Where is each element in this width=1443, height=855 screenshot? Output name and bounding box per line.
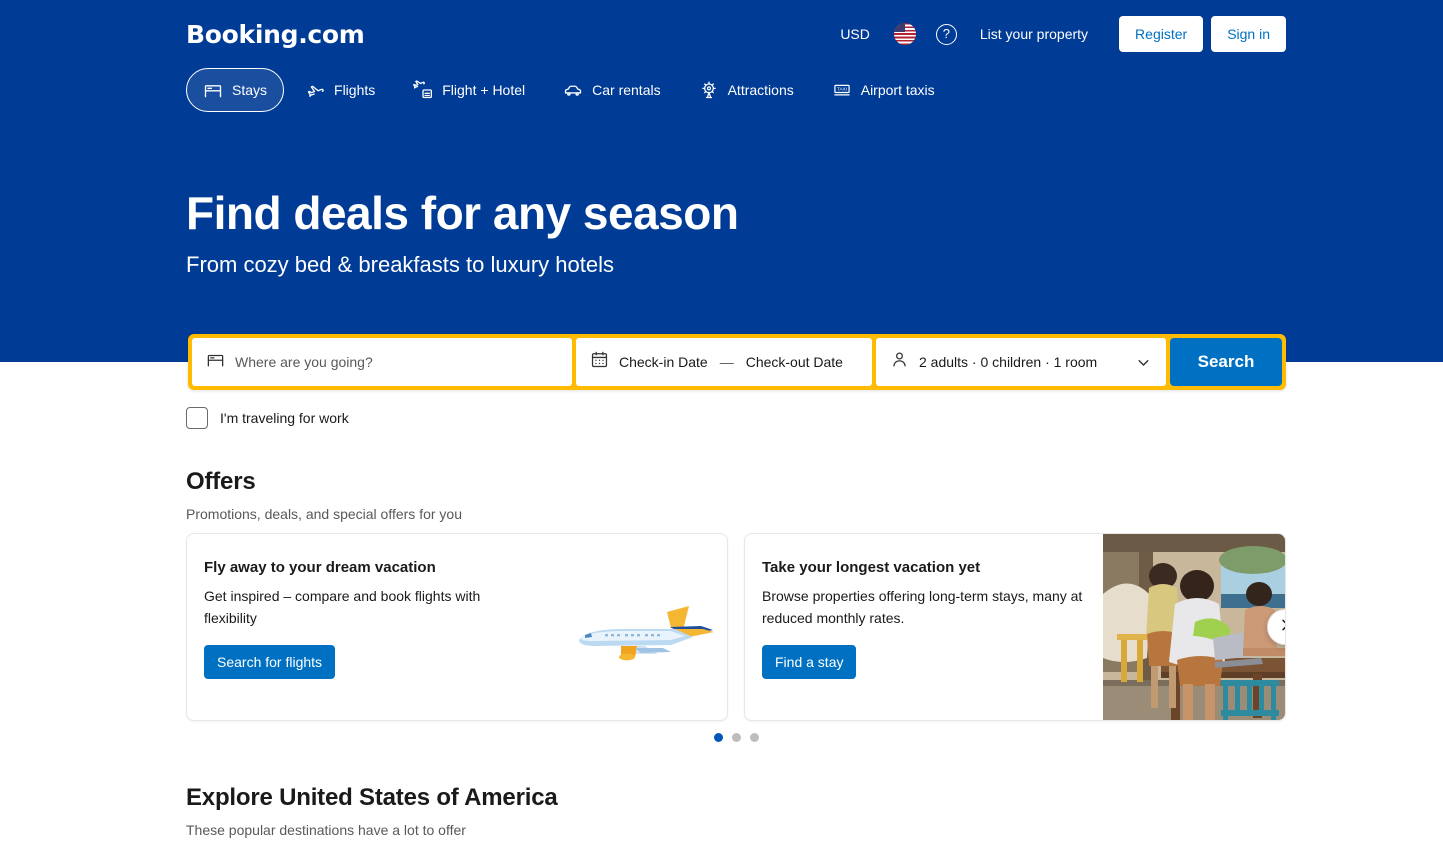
- dates-field[interactable]: Check-in Date — Check-out Date: [576, 338, 872, 386]
- airplane-icon: [305, 80, 325, 100]
- hero-subtitle: From cozy bed & breakfasts to luxury hot…: [186, 252, 614, 277]
- date-separator: —: [719, 354, 734, 370]
- svg-text:TAXI: TAXI: [837, 87, 847, 92]
- hero-title: Find deals for any season: [186, 187, 739, 239]
- car-icon: [563, 80, 583, 100]
- business-travel-toggle[interactable]: I'm traveling for work: [186, 407, 349, 429]
- offer-card[interactable]: Fly away to your dream vacation Get insp…: [186, 533, 728, 721]
- offers-carousel: Fly away to your dream vacation Get insp…: [186, 533, 1286, 721]
- checkin-date-label[interactable]: Check-in Date: [619, 354, 708, 370]
- flight-hotel-icon: [413, 80, 433, 100]
- register-button[interactable]: Register: [1119, 16, 1204, 52]
- bed-icon: [206, 350, 225, 374]
- find-a-stay-button[interactable]: Find a stay: [762, 645, 857, 680]
- search-bar: Where are you going? Check-in Date — Che…: [188, 334, 1286, 390]
- occupancy-field[interactable]: 2 adults · 0 children · 1 room: [876, 338, 1166, 386]
- nav-tab-airport-taxis[interactable]: TAXI Airport taxis: [815, 68, 952, 112]
- destination-input[interactable]: Where are you going?: [235, 354, 373, 370]
- nav-tab-flight-hotel[interactable]: Flight + Hotel: [396, 68, 542, 112]
- nav-tab-label: Airport taxis: [860, 82, 935, 98]
- occupancy-value[interactable]: 2 adults · 0 children · 1 room: [919, 354, 1097, 370]
- nav-tab-stays[interactable]: Stays: [186, 68, 285, 112]
- header-actions: USD ? List your property Register Sign i…: [826, 16, 1286, 52]
- offers-subtitle: Promotions, deals, and special offers fo…: [186, 506, 463, 522]
- search-for-flights-button[interactable]: Search for flights: [204, 645, 336, 680]
- business-travel-checkbox[interactable]: [186, 407, 208, 429]
- ferris-wheel-icon: [699, 80, 719, 100]
- booking-homepage: Booking.com USD ? List your property Reg…: [0, 0, 1443, 855]
- help-circle-icon: ?: [935, 23, 957, 45]
- us-flag-icon: [893, 23, 916, 45]
- offer-card[interactable]: Take your longest vacation yet Browse pr…: [744, 533, 1286, 721]
- search-button[interactable]: Search: [1170, 338, 1282, 386]
- currency-selector[interactable]: USD: [826, 19, 884, 49]
- nav-tab-label: Flight + Hotel: [442, 82, 526, 98]
- nav-tab-label: Car rentals: [592, 82, 661, 98]
- person-icon: [890, 350, 909, 374]
- nav-tab-label: Flights: [334, 82, 376, 98]
- explore-title: Explore United States of America: [186, 784, 558, 811]
- help-button[interactable]: ?: [926, 18, 967, 51]
- carousel-dot[interactable]: [731, 733, 741, 742]
- destination-field[interactable]: Where are you going?: [192, 338, 572, 386]
- explore-subtitle: These popular destinations have a lot to…: [186, 822, 466, 838]
- carousel-dot[interactable]: [713, 733, 723, 742]
- offer-card-title: Take your longest vacation yet: [762, 559, 981, 576]
- chevron-down-icon: [1135, 354, 1152, 371]
- business-travel-label: I'm traveling for work: [220, 410, 349, 426]
- offer-card-description: Browse properties offering long-term sta…: [762, 588, 1083, 626]
- nav-tab-label: Attractions: [727, 82, 794, 98]
- offer-card-title: Fly away to your dream vacation: [204, 559, 436, 576]
- nav-tab-flights[interactable]: Flights: [288, 68, 392, 112]
- carousel-dots: [186, 733, 1286, 742]
- offer-card-description: Get inspired – compare and book flights …: [204, 588, 481, 626]
- bed-icon: [203, 80, 223, 100]
- language-selector[interactable]: [884, 17, 926, 51]
- nav-tab-attractions[interactable]: Attractions: [682, 68, 811, 112]
- checkout-date-label[interactable]: Check-out Date: [746, 354, 843, 370]
- primary-nav: Stays Flights Flight + Hotel Car rentals…: [186, 68, 952, 112]
- offers-title: Offers: [186, 468, 256, 495]
- sign-in-button[interactable]: Sign in: [1211, 16, 1286, 52]
- site-header: Booking.com USD ? List your property Reg…: [186, 14, 1286, 54]
- booking-logo[interactable]: Booking.com: [186, 20, 365, 49]
- carousel-dot[interactable]: [749, 733, 759, 742]
- list-your-property-link[interactable]: List your property: [967, 18, 1101, 50]
- nav-tab-car-rentals[interactable]: Car rentals: [546, 68, 677, 112]
- calendar-icon: [590, 350, 609, 374]
- hero-blue-band: [0, 0, 1443, 362]
- nav-tab-label: Stays: [232, 82, 268, 98]
- chevron-right-icon: [1277, 617, 1285, 638]
- taxi-sign-icon: TAXI: [832, 80, 852, 100]
